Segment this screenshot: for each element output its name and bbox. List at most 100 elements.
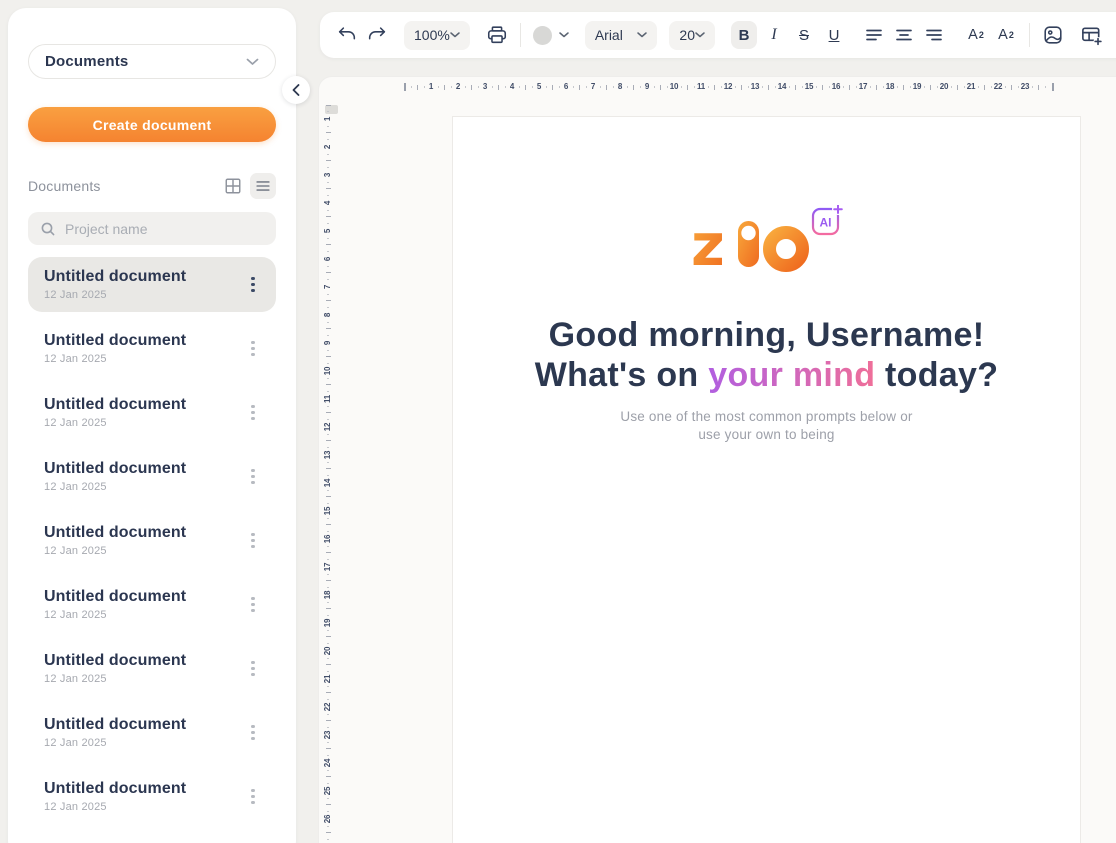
align-center-button[interactable] <box>891 21 917 49</box>
greeting-line2: What's on your mind today? <box>453 355 1080 395</box>
toolbar-divider <box>520 23 521 47</box>
ai-badge: AI <box>813 205 843 234</box>
greeting-heading: Good morning, Username! What's on your m… <box>453 315 1080 395</box>
grid-icon <box>224 177 242 195</box>
strikethrough-button[interactable]: S <box>791 21 817 49</box>
document-list-item[interactable]: Untitled document 12 Jan 2025 <box>28 449 276 504</box>
document-list-item[interactable]: Untitled document 12 Jan 2025 <box>28 513 276 568</box>
document-date: 12 Jan 2025 <box>44 289 242 301</box>
chevron-left-icon <box>292 84 300 96</box>
document-list-item[interactable]: Untitled document 12 Jan 2025 <box>28 385 276 440</box>
document-page[interactable]: z AI Good morning, Username! Wh <box>452 116 1081 843</box>
document-title: Untitled document <box>44 524 242 542</box>
editor-toolbar: 100% Arial 20 B I S U A2 A2 <box>320 12 1116 58</box>
document-date: 12 Jan 2025 <box>44 417 242 429</box>
document-title: Untitled document <box>44 716 242 734</box>
grid-view-button[interactable] <box>220 173 246 199</box>
document-menu-button[interactable] <box>242 784 264 810</box>
document-list-item[interactable]: Untitled document 12 Jan 2025 <box>28 641 276 696</box>
document-list-item[interactable]: Untitled document 12 Jan 2025 <box>28 769 276 824</box>
align-center-icon <box>894 25 914 45</box>
document-menu-button[interactable] <box>242 464 264 490</box>
document-date: 12 Jan 2025 <box>44 545 242 557</box>
search-field[interactable] <box>28 212 276 245</box>
kebab-icon <box>251 661 254 664</box>
list-icon <box>254 177 272 195</box>
document-date: 12 Jan 2025 <box>44 801 242 813</box>
align-left-icon <box>864 25 884 45</box>
kebab-icon <box>251 469 254 472</box>
font-family-select[interactable]: Arial <box>585 21 658 50</box>
horizontal-ruler: 1234567891011121314151617181920212223 <box>319 79 1116 95</box>
document-menu-button[interactable] <box>242 528 264 554</box>
document-date: 12 Jan 2025 <box>44 481 242 493</box>
redo-icon <box>366 24 388 46</box>
document-menu-button[interactable] <box>242 656 264 682</box>
editor-canvas: 1234567891011121314151617181920212223 12… <box>318 76 1116 843</box>
document-title: Untitled document <box>44 396 242 414</box>
documents-list: Untitled document 12 Jan 2025 Untitled d… <box>28 257 276 824</box>
print-icon <box>486 24 508 46</box>
table-add-icon <box>1080 24 1103 47</box>
image-icon <box>1042 24 1064 46</box>
ai-badge-label: AI <box>819 216 831 230</box>
insert-image-button[interactable] <box>1040 21 1066 49</box>
kebab-icon <box>251 405 254 408</box>
color-swatch-icon <box>533 26 552 45</box>
create-document-button[interactable]: Create document <box>28 107 276 142</box>
document-title: Untitled document <box>44 780 242 798</box>
document-date: 12 Jan 2025 <box>44 673 242 685</box>
toolbar-divider <box>1029 23 1030 47</box>
chevron-down-icon <box>559 32 569 38</box>
document-menu-button[interactable] <box>242 336 264 362</box>
superscript-button[interactable]: A2 <box>963 21 989 49</box>
documents-section-label: Documents <box>28 178 220 194</box>
document-list-item[interactable]: Untitled document 12 Jan 2025 <box>28 321 276 376</box>
logo-letter-i <box>738 221 759 267</box>
workspace-selector[interactable]: Documents <box>28 44 276 79</box>
search-icon <box>40 221 56 237</box>
document-list-item[interactable]: Untitled document 12 Jan 2025 <box>28 257 276 312</box>
chevron-down-icon <box>637 32 647 38</box>
align-right-icon <box>924 25 944 45</box>
kebab-icon <box>251 789 254 792</box>
text-color-select[interactable] <box>531 26 571 45</box>
font-family-value: Arial <box>595 27 623 43</box>
italic-button[interactable]: I <box>761 21 787 49</box>
kebab-icon <box>251 533 254 536</box>
document-menu-button[interactable] <box>242 720 264 746</box>
redo-button[interactable] <box>364 21 390 49</box>
chevron-down-icon <box>450 32 460 38</box>
zoom-select[interactable]: 100% <box>404 21 470 50</box>
logo-letter-o <box>769 233 802 266</box>
undo-icon <box>336 24 358 46</box>
print-button[interactable] <box>484 21 510 49</box>
list-view-button[interactable] <box>250 173 276 199</box>
document-menu-button[interactable] <box>242 592 264 618</box>
font-size-select[interactable]: 20 <box>669 21 715 50</box>
chevron-down-icon <box>695 32 705 38</box>
align-left-button[interactable] <box>861 21 887 49</box>
document-title: Untitled document <box>44 332 242 350</box>
subscript-button[interactable]: A2 <box>993 21 1019 49</box>
undo-button[interactable] <box>334 21 360 49</box>
search-input[interactable] <box>65 221 264 237</box>
kebab-icon <box>251 597 254 600</box>
greeting-line1: Good morning, Username! <box>453 315 1080 355</box>
bold-button[interactable]: B <box>731 21 757 49</box>
align-right-button[interactable] <box>921 21 947 49</box>
kebab-icon <box>251 725 254 728</box>
underline-button[interactable]: U <box>821 21 847 49</box>
sidebar: Documents Create document Documents Unti… <box>8 8 296 843</box>
kebab-icon <box>251 341 254 344</box>
document-list-item[interactable]: Untitled document 12 Jan 2025 <box>28 705 276 760</box>
sidebar-collapse-button[interactable] <box>282 76 310 104</box>
document-title: Untitled document <box>44 460 242 478</box>
greeting-subtitle: Use one of the most common prompts below… <box>453 408 1080 443</box>
document-menu-button[interactable] <box>242 400 264 426</box>
insert-table-button[interactable] <box>1078 21 1104 49</box>
document-date: 12 Jan 2025 <box>44 353 242 365</box>
document-date: 12 Jan 2025 <box>44 737 242 749</box>
document-menu-button[interactable] <box>242 272 264 298</box>
document-list-item[interactable]: Untitled document 12 Jan 2025 <box>28 577 276 632</box>
